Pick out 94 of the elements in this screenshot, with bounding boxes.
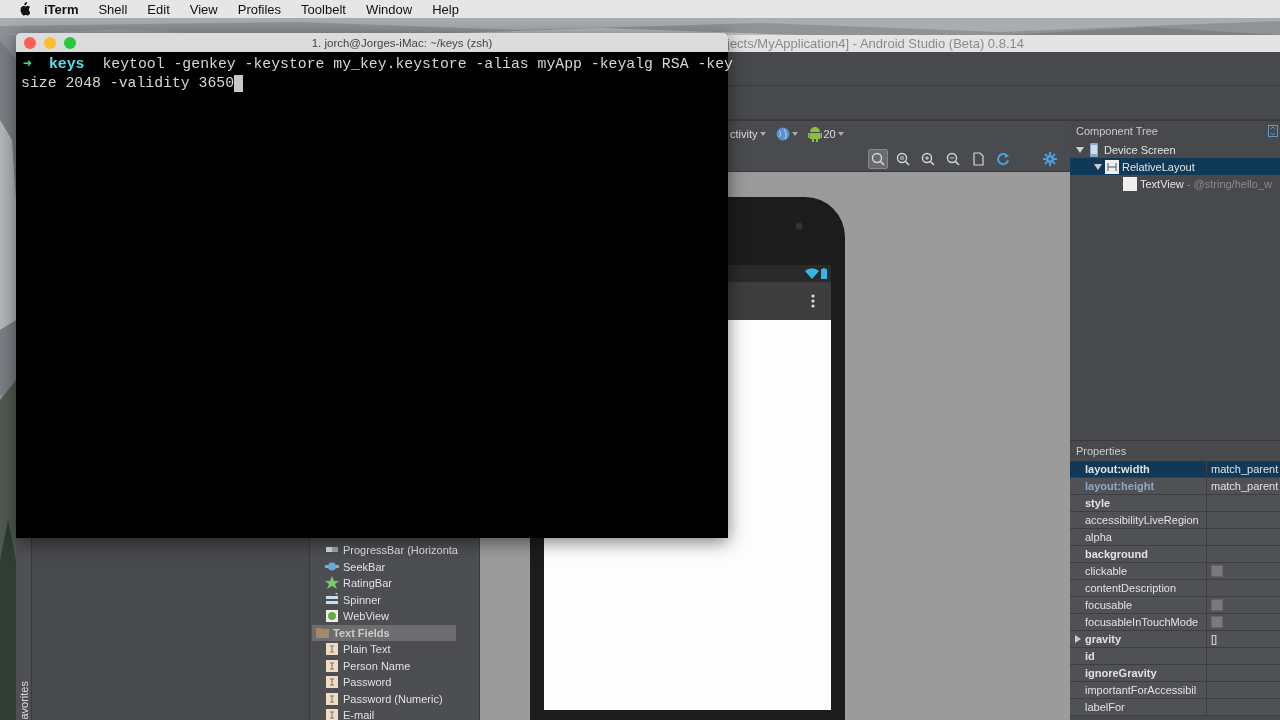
apple-icon[interactable] [18,2,30,16]
property-row[interactable]: id [1070,648,1280,665]
locale-dropdown[interactable] [775,126,798,141]
phone-icon [1087,142,1101,157]
property-name: style [1085,497,1111,509]
layout-icon [1105,159,1119,174]
command-text: size 2048 -validity 3650 [21,74,235,93]
prompt-arrow: ➜ [23,55,32,74]
collapse-arrow-icon[interactable] [1076,145,1084,154]
close-button[interactable] [24,36,36,49]
command-text: keytool -genkey -keystore my_key.keystore -alias myApp -keyalg RSA -key [102,55,733,74]
caret-icon [791,131,798,136]
wifi-icon [805,268,819,279]
menu-item[interactable]: View [179,1,228,17]
property-row[interactable]: layout:width match_parent [1070,461,1280,478]
text-field-icon [325,642,339,657]
property-name: importantForAccessibil [1085,684,1197,696]
property-row[interactable]: layout:height match_parent [1070,478,1280,495]
palette-item[interactable]: Password [312,674,392,691]
menu-item[interactable]: Shell [88,1,138,17]
checkbox[interactable] [1211,565,1223,577]
activity-dropdown[interactable]: ctivity [730,127,766,140]
property-name: gravity [1085,633,1122,645]
palette-item[interactable]: WebView [312,608,390,625]
window-title: 1. jorch@Jorges-iMac: ~/keys (zsh) [310,36,494,49]
menu-item[interactable]: Window [355,1,423,17]
property-name: contentDescription [1085,582,1177,594]
menu-item[interactable]: Edit [137,1,180,17]
panel-title: Properties [1076,445,1127,457]
property-value[interactable]: [] [1211,633,1218,645]
property-name: clickable [1085,565,1128,577]
menu-item[interactable]: Help [422,1,469,17]
property-row[interactable]: style [1070,495,1280,512]
palette-item[interactable]: RatingBar [312,575,392,592]
palette-item[interactable]: Spinner [312,591,381,608]
property-name: id [1085,650,1095,662]
property-row[interactable]: clickable [1070,563,1280,580]
property-name: background [1085,548,1148,560]
property-row[interactable]: accessibilityLiveRegion [1070,512,1280,529]
overflow-menu-icon [811,294,815,308]
text-field-icon [325,658,339,673]
expand-icon[interactable] [1268,125,1278,137]
property-name: layout:height [1085,480,1155,492]
property-name: labelFor [1085,701,1125,713]
property-row[interactable]: importantForAccessibil [1070,682,1280,699]
directory-name: keys [48,55,85,74]
panel-title: Component Tree [1076,125,1158,137]
expand-arrow-icon[interactable] [1074,635,1082,643]
caret-icon [759,131,766,136]
property-row[interactable]: focusable [1070,597,1280,614]
property-name: layout:width [1085,463,1150,475]
palette-item[interactable]: E-mail [312,707,375,720]
property-row[interactable]: background [1070,546,1280,563]
text-field-icon [325,675,339,690]
property-name: ignoreGravity [1085,667,1157,679]
checkbox[interactable] [1211,599,1223,611]
palette-item[interactable]: Person Name [312,657,411,674]
collapse-arrow-icon[interactable] [1094,162,1102,171]
text-field-icon [325,691,339,706]
tree-item[interactable]: Device Screen [1070,141,1280,158]
property-row[interactable]: gravity [] [1070,631,1280,648]
property-value[interactable]: match_parent [1211,480,1279,492]
folder-icon [315,625,329,640]
property-row[interactable]: alpha [1070,529,1280,546]
checkbox[interactable] [1211,616,1223,628]
property-name: accessibilityLiveRegion [1085,514,1199,526]
tree-item[interactable]: TextView - @string/hello_w [1070,175,1280,192]
property-row[interactable]: focusableInTouchMode [1070,614,1280,631]
globe-icon [325,609,339,624]
caret-icon [837,131,844,136]
globe-icon [775,126,790,141]
property-row[interactable]: labelFor [1070,699,1280,716]
menu-item[interactable]: Profiles [227,1,292,17]
android-icon [807,125,822,142]
palette-item[interactable]: ProgressBar (Horizonta [312,542,458,559]
palette-item[interactable]: SeekBar [312,558,386,575]
text-field-icon [325,708,339,720]
tree-item[interactable]: RelativeLayout [1070,158,1280,175]
api-level-dropdown[interactable]: 20 [807,125,844,142]
side-tab[interactable]: avorites [17,676,30,720]
battery-icon [821,268,827,279]
property-name: focusable [1085,599,1133,611]
palette-item[interactable]: Plain Text [312,641,391,658]
property-name: focusableInTouchMode [1085,616,1199,628]
property-name: alpha [1085,531,1112,543]
star-icon [325,576,339,591]
app-menu[interactable]: iTerm [44,1,89,17]
menu-item[interactable]: Toolbelt [291,1,356,17]
palette-item[interactable]: Password (Numeric) [312,690,443,707]
property-row[interactable]: contentDescription [1070,580,1280,597]
property-value[interactable]: match_parent [1211,463,1279,475]
property-row[interactable]: ignoreGravity [1070,665,1280,682]
list-icon [325,592,339,607]
zoom-fit-button[interactable] [868,148,888,169]
